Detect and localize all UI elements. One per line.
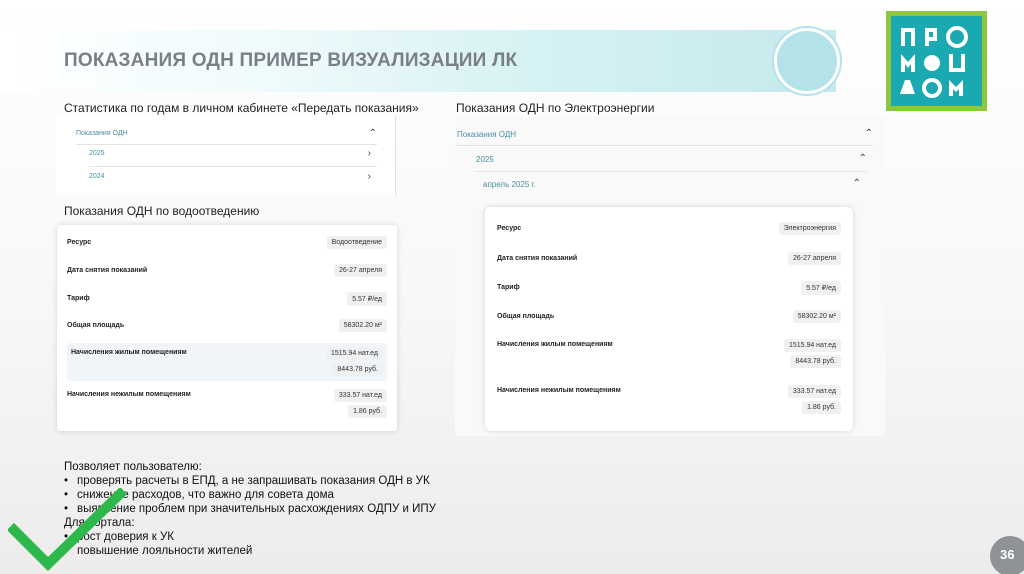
- detail-value: 8443.78 руб.: [790, 355, 841, 368]
- electric-header-label: Показания ОДН: [457, 130, 517, 139]
- detail-key: Начисления нежилым помещениям: [497, 387, 621, 394]
- detail-value: 58302.20 м²: [338, 319, 387, 332]
- detail-key: Тариф: [497, 284, 520, 291]
- detail-value: 1515.94 нат.ед: [325, 347, 383, 360]
- detail-value: 333.57 нат.ед: [787, 385, 841, 398]
- detail-value: 58302.20 м²: [792, 310, 841, 323]
- caption-stats: Статистика по годам в личном кабинете «П…: [64, 101, 419, 115]
- logo-mark-icon: [891, 16, 982, 106]
- benefits-intro: Позволяет пользователю:: [64, 461, 202, 473]
- slide-title: ПОКАЗАНИЯ ОДН ПРИМЕР ВИЗУАЛИЗАЦИИ ЛК: [64, 50, 518, 71]
- month-label: апрель 2025 г.: [483, 180, 536, 189]
- divider: [457, 145, 873, 146]
- detail-key: Дата снятия показаний: [497, 255, 578, 262]
- caption-electric: Показания ОДН по Электроэнергии: [456, 101, 655, 115]
- detail-value: 1.86 руб.: [802, 401, 841, 414]
- year-label: 2025: [476, 155, 494, 164]
- detail-key: Тариф: [67, 295, 90, 302]
- detail-key: Начисления жилым помещениям: [71, 349, 187, 356]
- chevron-up-icon: ⌃: [368, 128, 377, 139]
- chevron-up-icon: ⌃: [864, 128, 873, 139]
- chevron-up-icon: ⌃: [858, 153, 867, 164]
- detail-value: 5.57 ₽/ед: [801, 281, 841, 295]
- detail-key: Начисления жилым помещениям: [497, 341, 613, 348]
- detail-key: Общая площадь: [497, 313, 555, 320]
- detail-value: 1515.94 нат.ед: [783, 339, 841, 352]
- banner-circle-decoration: [774, 28, 840, 94]
- year-label: 2024: [89, 173, 105, 180]
- detail-value: 1.86 руб.: [348, 405, 387, 418]
- detail-key: Начисления нежилым помещениям: [67, 391, 191, 398]
- electric-details-card: Ресурс Электроэнергия Дата снятия показа…: [485, 207, 853, 431]
- chevron-up-icon: ⌃: [852, 178, 861, 189]
- divider: [476, 171, 867, 172]
- detail-value: 26-27 апреля: [334, 264, 387, 277]
- chevron-right-icon: ›: [367, 171, 371, 182]
- page-number: 36: [990, 536, 1024, 574]
- detail-value: Водоотведение: [326, 236, 387, 249]
- stats-header-label: Показания ОДН: [76, 130, 128, 137]
- detail-key: Дата снятия показаний: [67, 267, 148, 274]
- divider: [76, 144, 377, 145]
- electric-widget: Показания ОДН ⌃ 2025 ⌃ апрель 2025 г. ⌃ …: [455, 117, 885, 436]
- detail-value: 8443.78 руб.: [332, 363, 383, 376]
- detail-value: 5.57 ₽/ед: [347, 292, 387, 306]
- chevron-right-icon: ›: [367, 148, 371, 159]
- detail-value: 26-27 апреля: [788, 252, 841, 265]
- stats-widget: Показания ОДН ⌃ 2025 › 2024 ›: [56, 117, 396, 195]
- divider: [89, 166, 377, 167]
- detail-value: Электроэнергия: [778, 222, 841, 235]
- checkmark-icon: [8, 488, 128, 572]
- water-details-card: Ресурс Водоотведение Дата снятия показан…: [57, 225, 397, 431]
- detail-value: 333.57 нат.ед: [333, 389, 387, 402]
- detail-key: Общая площадь: [67, 322, 125, 329]
- caption-water: Показания ОДН по водоотведению: [64, 204, 260, 218]
- year-label: 2025: [89, 150, 105, 157]
- brand-logo: [886, 11, 987, 111]
- benefit-item: проверять расчеты в ЕПД, а не запрашиват…: [64, 474, 436, 488]
- detail-key: Ресурс: [67, 239, 92, 246]
- detail-key: Ресурс: [497, 225, 522, 232]
